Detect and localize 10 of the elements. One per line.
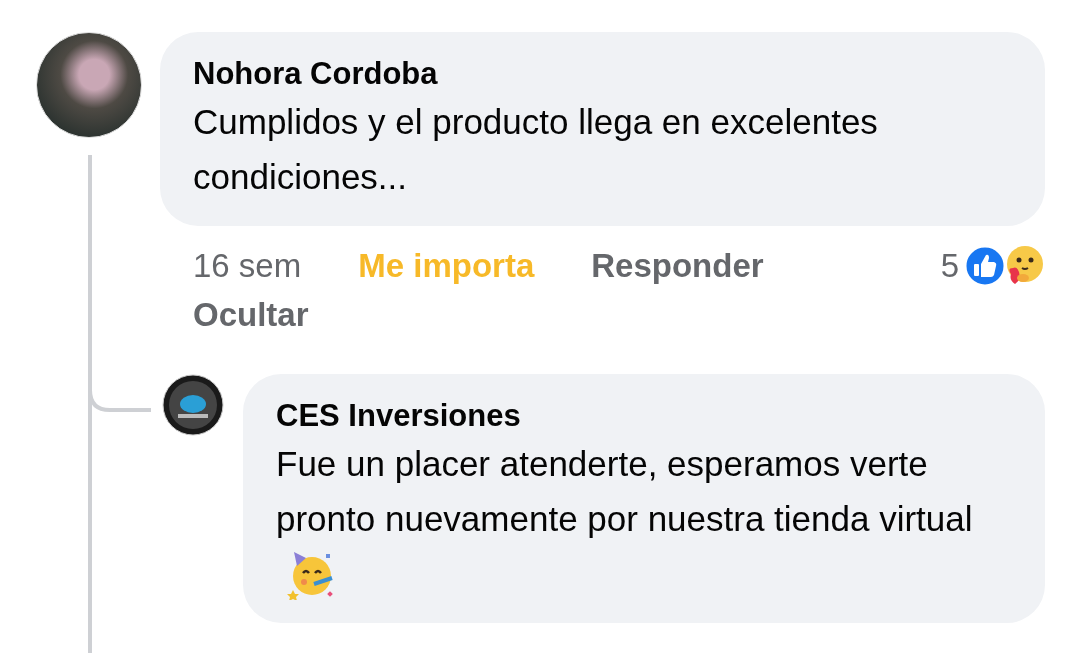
reaction-count[interactable]: 5 [940,247,959,285]
hide-button[interactable]: Ocultar [193,296,309,334]
comment-text: Cumplidos y el producto llega en excelentes condiciones... [193,101,879,198]
comment-time[interactable]: 16 sem [193,247,302,285]
reply-button[interactable]: Responder [591,247,764,285]
reply-text: Fue un placer atenderte, esperamos verte pronto nuevamente por nuestra tienda virtual [276,436,1012,601]
reply-author[interactable]: CES Inversiones [276,396,1012,436]
profile-logo-icon[interactable] [162,374,224,436]
like-icon [963,244,1007,288]
comment-author[interactable]: Nohora Cordoba [193,54,1012,94]
